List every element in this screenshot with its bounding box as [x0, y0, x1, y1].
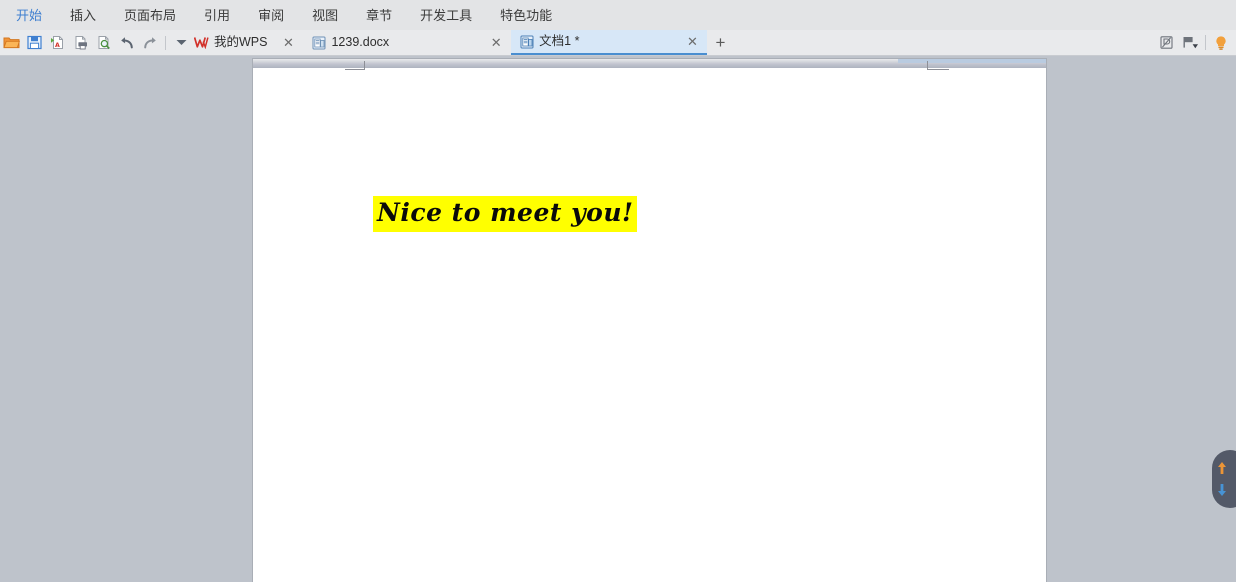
save-icon[interactable]	[23, 30, 46, 55]
doc-tab-wendang1[interactable]: 文档1 * ✕	[511, 30, 708, 55]
menu-item-label: 开始	[16, 7, 43, 23]
document-workspace[interactable]: Nice to meet you!	[0, 56, 1236, 582]
scroll-down-icon[interactable]	[1216, 482, 1228, 498]
tab-strip: A 我的WPS ✕ 1239.docx ✕ 文档1 * ✕ +	[0, 30, 1236, 56]
wps-logo-icon	[194, 36, 209, 49]
document-tab-list: 我的WPS ✕ 1239.docx ✕ 文档1 * ✕ +	[185, 30, 733, 55]
menu-item-label: 特色功能	[500, 7, 553, 23]
menu-item-insert[interactable]: 插入	[56, 0, 110, 30]
menu-item-references[interactable]: 引用	[190, 0, 244, 30]
menu-item-label: 插入	[70, 7, 97, 23]
scroll-up-icon[interactable]	[1216, 460, 1228, 476]
docx-file-icon	[312, 36, 326, 50]
doc-tab-1239-docx[interactable]: 1239.docx ✕	[303, 30, 511, 55]
menu-item-list: 开始 插入 页面布局 引用 审阅 视图 章节 开发工具 特色功能	[0, 0, 566, 30]
margin-marker-top-right	[925, 59, 949, 73]
menu-item-label: 页面布局	[124, 7, 177, 23]
doc-tab-close-icon[interactable]: ✕	[281, 36, 295, 50]
doc-tab-label: 1239.docx	[331, 35, 390, 50]
quick-access-toolbar: A	[0, 30, 192, 55]
toolbar-separator	[1205, 35, 1206, 50]
docx-file-icon	[520, 35, 534, 49]
document-page[interactable]: Nice to meet you!	[253, 59, 1046, 582]
flag-dropdown-icon[interactable]	[1178, 30, 1202, 55]
doc-tab-close-icon[interactable]: ✕	[489, 36, 503, 50]
bulb-tips-icon[interactable]	[1209, 30, 1233, 55]
doc-tab-close-icon[interactable]: ✕	[685, 35, 699, 49]
menu-item-start[interactable]: 开始	[0, 0, 56, 30]
menu-item-developer-tools[interactable]: 开发工具	[406, 0, 486, 30]
svg-text:A: A	[55, 42, 60, 49]
doc-tab-label: 文档1 *	[539, 34, 580, 49]
menu-item-label: 视图	[312, 7, 339, 23]
page-navigation-fab[interactable]	[1212, 450, 1236, 508]
menu-item-sections[interactable]: 章节	[352, 0, 406, 30]
export-pdf-icon[interactable]: A	[46, 30, 69, 55]
menu-item-label: 开发工具	[420, 7, 473, 23]
menu-item-label: 引用	[204, 7, 231, 23]
doc-compat-icon[interactable]	[1154, 30, 1178, 55]
margin-marker-top-left	[345, 59, 365, 73]
print-icon[interactable]	[69, 30, 92, 55]
toolbar-separator	[165, 35, 166, 50]
document-text-highlighted[interactable]: Nice to meet you!	[373, 196, 638, 232]
page-top-band-highlight	[898, 59, 1046, 63]
new-tab-button[interactable]: +	[707, 30, 733, 55]
undo-icon[interactable]	[115, 30, 138, 55]
menu-item-view[interactable]: 视图	[298, 0, 352, 30]
menu-bar: 开始 插入 页面布局 引用 审阅 视图 章节 开发工具 特色功能	[0, 0, 1236, 30]
menu-item-review[interactable]: 审阅	[244, 0, 298, 30]
tabstrip-right-tools	[1154, 30, 1236, 55]
menu-item-label: 章节	[366, 7, 393, 23]
print-preview-icon[interactable]	[92, 30, 115, 55]
menu-item-featured-functions[interactable]: 特色功能	[486, 0, 566, 30]
redo-icon[interactable]	[138, 30, 161, 55]
open-icon[interactable]	[0, 30, 23, 55]
menu-item-label: 审阅	[258, 7, 285, 23]
wps-writer-window: 开始 插入 页面布局 引用 审阅 视图 章节 开发工具 特色功能 A 我的WPS…	[0, 0, 1236, 582]
menu-item-page-layout[interactable]: 页面布局	[110, 0, 190, 30]
doc-tab-label: 我的WPS	[214, 35, 268, 50]
doc-tab-my-wps[interactable]: 我的WPS ✕	[185, 30, 303, 55]
